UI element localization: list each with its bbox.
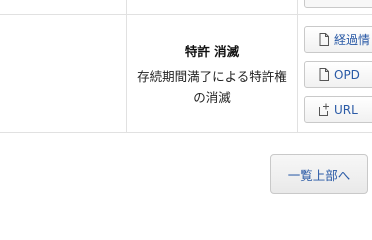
actions-cell: 経過情 OPD URL xyxy=(298,15,372,132)
back-to-top-button[interactable]: 一覧上部へ xyxy=(270,154,368,194)
action-button-partial[interactable] xyxy=(304,0,372,8)
document-icon xyxy=(318,33,330,46)
opd-button[interactable]: OPD xyxy=(304,61,372,88)
table-row: 特許 消滅 存続期間満了による特許権の消滅 経過情 OPD URL xyxy=(0,15,372,133)
status-title: 特許 消滅 xyxy=(184,44,240,59)
table-cell xyxy=(0,15,127,132)
progress-info-label: 経過情 xyxy=(334,33,371,47)
document-icon xyxy=(318,68,330,81)
url-label: URL xyxy=(334,102,358,117)
status-description: 存続期間満了による特許権の消滅 xyxy=(137,69,287,105)
link-add-icon xyxy=(318,103,330,116)
progress-info-button[interactable]: 経過情 xyxy=(304,26,372,53)
opd-label: OPD xyxy=(334,67,360,82)
url-button[interactable]: URL xyxy=(304,96,372,123)
status-cell: 特許 消滅 存続期間満了による特許権の消滅 xyxy=(127,15,298,132)
table-row-previous xyxy=(0,0,372,15)
table-cell xyxy=(127,0,298,14)
table-cell xyxy=(0,0,127,14)
result-table-area: 特許 消滅 存続期間満了による特許権の消滅 経過情 OPD URL 一覧上部へ xyxy=(0,0,372,209)
